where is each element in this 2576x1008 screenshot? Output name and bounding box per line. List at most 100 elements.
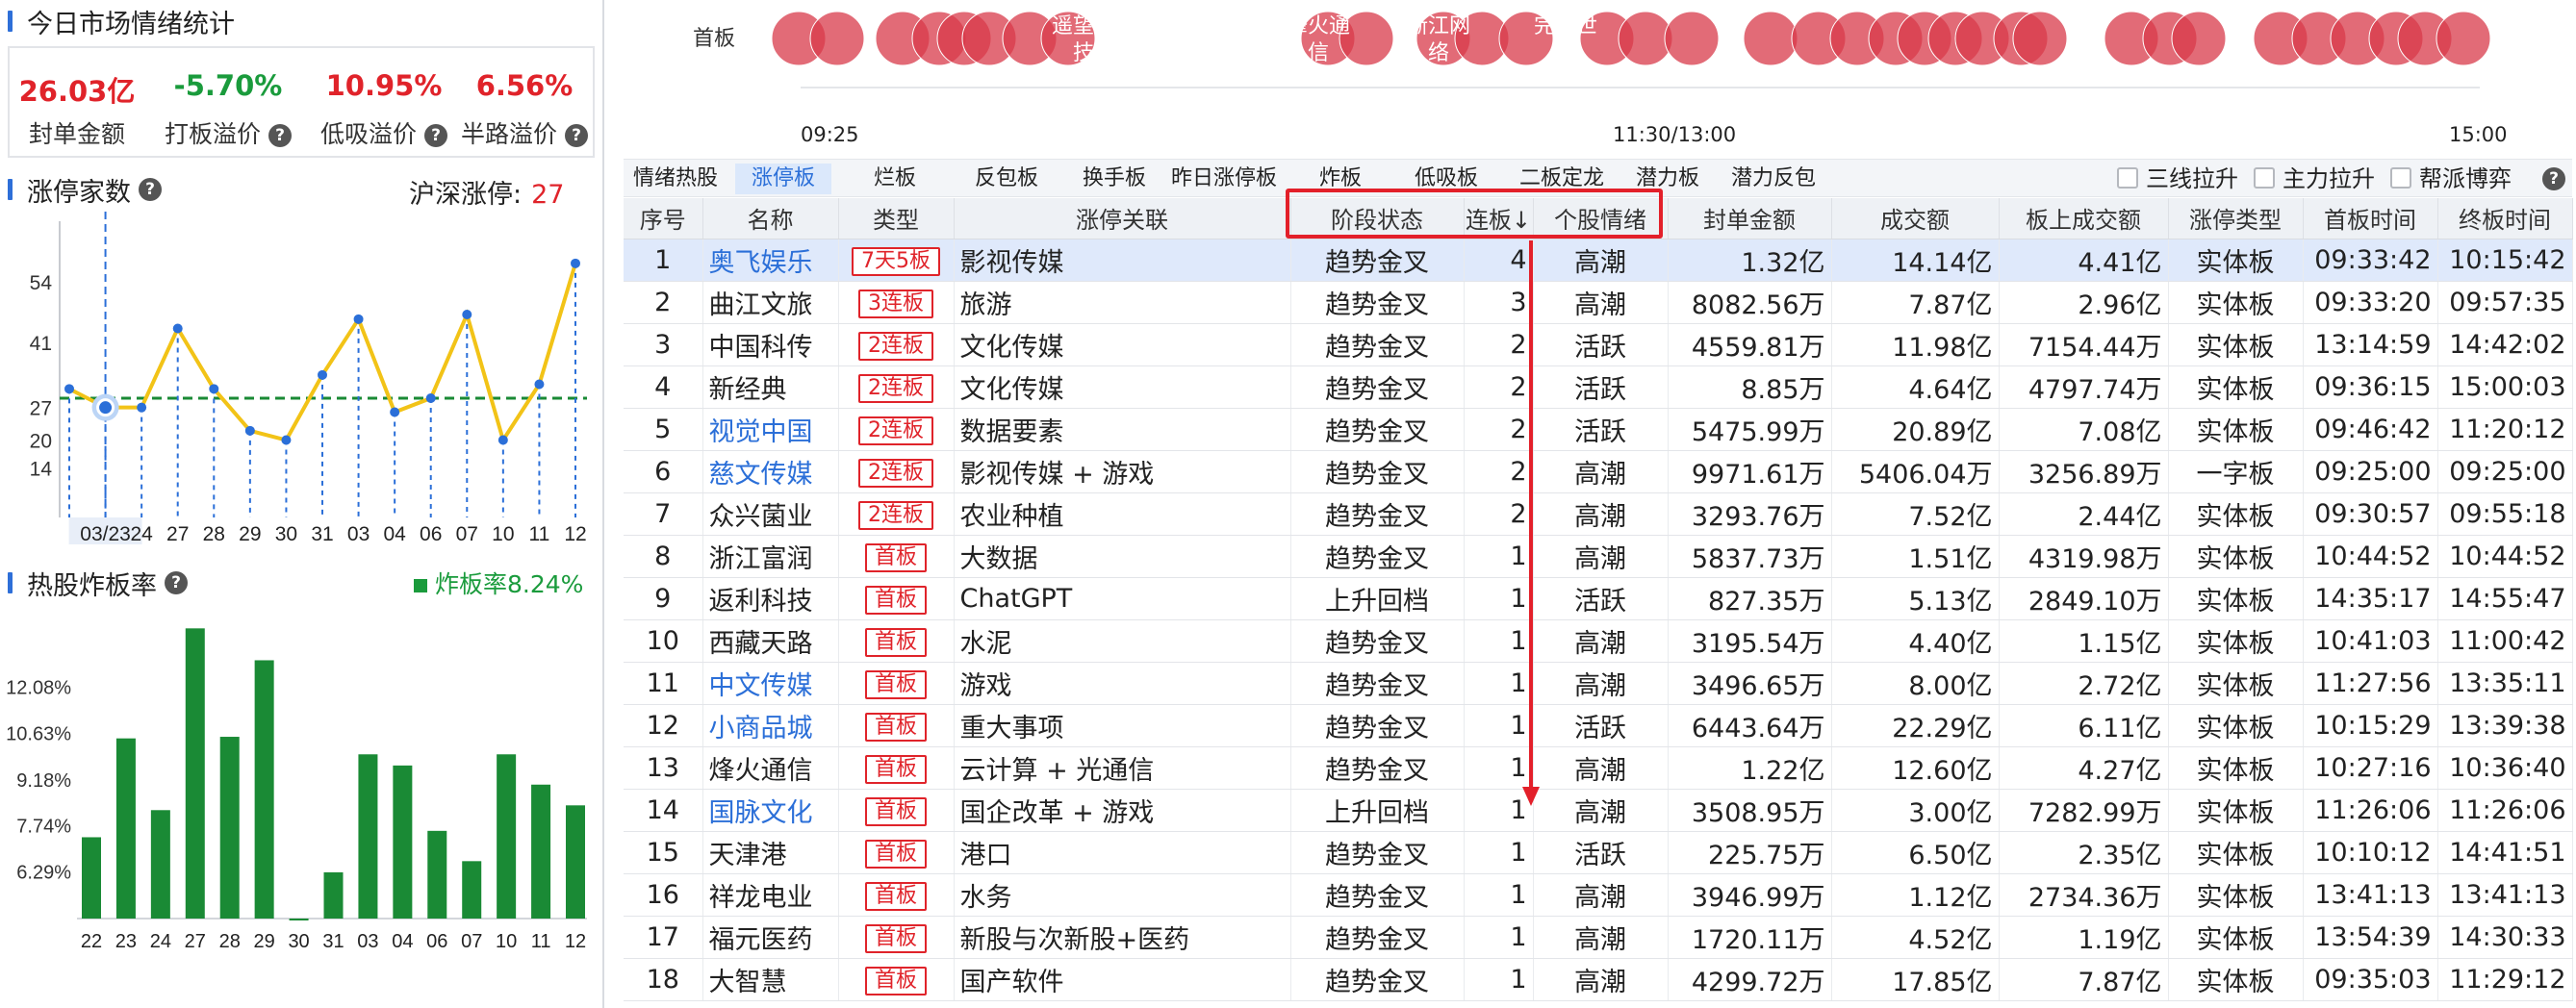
tab-8[interactable]: 二板定龙 <box>1509 164 1615 194</box>
bar[interactable] <box>219 737 240 919</box>
column-header-12[interactable]: 终板时间 <box>2437 198 2573 239</box>
stock-name[interactable]: 小商品城 <box>702 704 839 747</box>
help-icon[interactable]: ? <box>165 571 188 594</box>
stock-name[interactable]: 众兴菌业 <box>702 492 839 536</box>
table-row[interactable]: 9 返利科技 首板 ChatGPT 上升回档 1 活跃 827.35万 5.13亿 2849.10… <box>624 577 2573 620</box>
stock-name[interactable]: 慈文传媒 <box>702 450 839 493</box>
data-point[interactable] <box>318 369 327 380</box>
stock-name[interactable]: 西藏天路 <box>702 619 839 663</box>
column-header-5[interactable]: 连板↓ <box>1464 198 1534 239</box>
table-row[interactable]: 16 祥龙电业 首板 水务 趋势金叉 1 高潮 3946.99万 1.12亿 2734.36万 实体… <box>624 873 2573 917</box>
column-header-0[interactable]: 序号 <box>624 198 703 239</box>
data-point[interactable] <box>281 435 292 445</box>
data-point[interactable] <box>353 314 364 324</box>
column-header-9[interactable]: 板上成交额 <box>1999 198 2169 239</box>
timeline-bubbles[interactable]: 遥望科技 烽火通信 浙江网络 完美世界 <box>616 0 2576 87</box>
help-icon[interactable]: ? <box>2542 167 2565 190</box>
stock-name[interactable]: 曲江文旅 <box>702 281 839 324</box>
bar[interactable] <box>82 837 101 919</box>
stock-name[interactable]: 福元医药 <box>702 916 839 959</box>
table-row[interactable]: 18 大智慧 首板 国产软件 趋势金叉 1 高潮 4299.72万 17.85亿 7.87亿 实体板… <box>624 958 2573 1001</box>
table-row[interactable]: 17 福元医药 首板 新股与次新股+医药 趋势金叉 1 高潮 1720.11万 4.52亿 1.1… <box>624 916 2573 959</box>
table-row[interactable]: 4 新经典 2连板 文化传媒 趋势金叉 2 活跃 8.85万 4.64亿 4797.74万 实体板 0… <box>624 365 2573 409</box>
data-point[interactable] <box>244 425 255 436</box>
tab-1[interactable]: 涨停板 <box>735 164 831 194</box>
table-row[interactable]: 15 天津港 首板 港口 趋势金叉 1 活跃 225.75万 6.50亿 2.35亿 实体板 10:1… <box>624 831 2573 874</box>
table-row[interactable]: 14 国脉文化 首板 国企改革 + 游戏 上升回档 1 高潮 3508.95万 3.00亿 728… <box>624 789 2573 832</box>
help-icon[interactable]: ? <box>424 124 447 147</box>
stock-name[interactable]: 中国科传 <box>702 323 839 366</box>
checkbox-box[interactable] <box>2254 167 2275 189</box>
bar[interactable] <box>289 919 309 920</box>
tab-9[interactable]: 潜力板 <box>1624 164 1711 194</box>
column-header-1[interactable]: 名称 <box>702 198 839 239</box>
bar[interactable] <box>185 628 205 919</box>
table-row[interactable]: 7 众兴菌业 2连板 农业种植 趋势金叉 2 高潮 3293.76万 7.52亿 2.44亿 实体板… <box>624 492 2573 536</box>
column-header-10[interactable]: 涨停类型 <box>2168 198 2304 239</box>
stock-name[interactable]: 国脉文化 <box>702 789 839 832</box>
data-point[interactable] <box>497 435 508 445</box>
tab-2[interactable]: 烂板 <box>847 164 943 194</box>
stock-name[interactable]: 天津港 <box>702 831 839 874</box>
tab-3[interactable]: 反包板 <box>958 164 1055 194</box>
checkbox-box[interactable] <box>2390 167 2411 189</box>
tab-5[interactable]: 昨日涨停板 <box>1170 164 1278 194</box>
table-row[interactable]: 5 视觉中国 2连板 数据要素 趋势金叉 2 活跃 5475.99万 20.89亿 7.08亿 实体… <box>624 408 2573 451</box>
column-header-3[interactable]: 涨停关联 <box>954 198 1291 239</box>
bar[interactable] <box>323 871 344 919</box>
column-header-2[interactable]: 类型 <box>838 198 955 239</box>
break-rate-chart[interactable]: 12.08% 10.63% 9.18% 7.74% 6.29% 22 23 24 27 28 29 3… <box>0 596 602 962</box>
stock-bubble[interactable] <box>1664 11 1720 66</box>
data-point[interactable] <box>64 384 74 394</box>
tab-10[interactable]: 潜力反包 <box>1721 164 1826 194</box>
data-point[interactable] <box>425 393 436 403</box>
bar[interactable] <box>150 810 170 919</box>
table-row[interactable]: 10 西藏天路 首板 水泥 趋势金叉 1 高潮 3195.54万 4.40亿 1.15亿 实体板 10… <box>624 619 2573 663</box>
help-icon[interactable]: ? <box>565 124 588 147</box>
stock-name[interactable]: 祥龙电业 <box>702 873 839 917</box>
table-row[interactable]: 11 中文传媒 首板 游戏 趋势金叉 1 高潮 3496.65万 8.00亿 2.72亿 实体板 11… <box>624 662 2573 705</box>
table-row[interactable]: 2 曲江文旅 3连板 旅游 趋势金叉 3 高潮 8082.56万 7.87亿 2.96亿 实体板 09… <box>624 281 2573 324</box>
table-row[interactable]: 1 奥飞娱乐 7天5板 影视传媒 趋势金叉 4 高潮 1.32亿 14.14亿 4.41亿 实体板 0… <box>624 239 2573 282</box>
column-header-8[interactable]: 成交额 <box>1831 198 2000 239</box>
bar[interactable] <box>497 754 517 919</box>
tab-6[interactable]: 炸板 <box>1297 164 1384 194</box>
data-point[interactable] <box>172 323 183 334</box>
stock-bubble[interactable] <box>2171 11 2227 66</box>
tab-4[interactable]: 换手板 <box>1066 164 1162 194</box>
data-point[interactable] <box>534 379 545 390</box>
bar[interactable] <box>566 805 585 919</box>
checkbox-1[interactable]: 主力拉升 <box>2254 164 2375 193</box>
stock-bubble[interactable] <box>1743 11 1798 66</box>
stock-bubble[interactable] <box>809 11 865 66</box>
data-point[interactable] <box>209 384 219 394</box>
column-header-6[interactable]: 个股情绪 <box>1533 198 1669 239</box>
bar[interactable] <box>462 861 482 919</box>
bar[interactable] <box>115 738 136 919</box>
stock-name[interactable]: 中文传媒 <box>702 662 839 705</box>
bar[interactable] <box>254 660 274 919</box>
help-icon[interactable]: ? <box>268 124 292 147</box>
tab-0[interactable]: 情绪热股 <box>624 164 727 194</box>
bar[interactable] <box>427 830 447 919</box>
data-point-highlight[interactable] <box>96 398 115 417</box>
column-header-4[interactable]: 阶段状态 <box>1290 198 1465 239</box>
stock-name[interactable]: 新经典 <box>702 365 839 409</box>
stock-name[interactable]: 大智慧 <box>702 958 839 1001</box>
stock-name[interactable]: 烽火通信 <box>702 746 839 790</box>
stock-bubble[interactable] <box>2436 11 2491 66</box>
table-row[interactable]: 13 烽火通信 首板 云计算 + 光通信 趋势金叉 1 高潮 1.22亿 12.60亿 4.27亿… <box>624 746 2573 790</box>
table-row[interactable]: 12 小商品城 首板 重大事项 趋势金叉 1 活跃 6443.64万 22.29亿 6.11亿 实体… <box>624 704 2573 747</box>
stock-name[interactable]: 奥飞娱乐 <box>702 239 839 282</box>
bar[interactable] <box>358 754 378 919</box>
table-row[interactable]: 6 慈文传媒 2连板 影视传媒 + 游戏 趋势金叉 2 高潮 9971.61万 5406.04万… <box>624 450 2573 493</box>
bar[interactable] <box>531 784 551 919</box>
table-row[interactable]: 8 浙江富润 首板 大数据 趋势金叉 1 高潮 5837.73万 1.51亿 4319.98万 实体… <box>624 535 2573 578</box>
checkbox-2[interactable]: 帮派博弈 <box>2390 164 2512 193</box>
stock-name[interactable]: 浙江富润 <box>702 535 839 578</box>
data-point[interactable] <box>571 258 580 268</box>
data-point[interactable] <box>462 310 472 319</box>
bar[interactable] <box>393 765 413 919</box>
data-point[interactable] <box>137 402 147 413</box>
checkbox-box[interactable] <box>2117 167 2138 189</box>
